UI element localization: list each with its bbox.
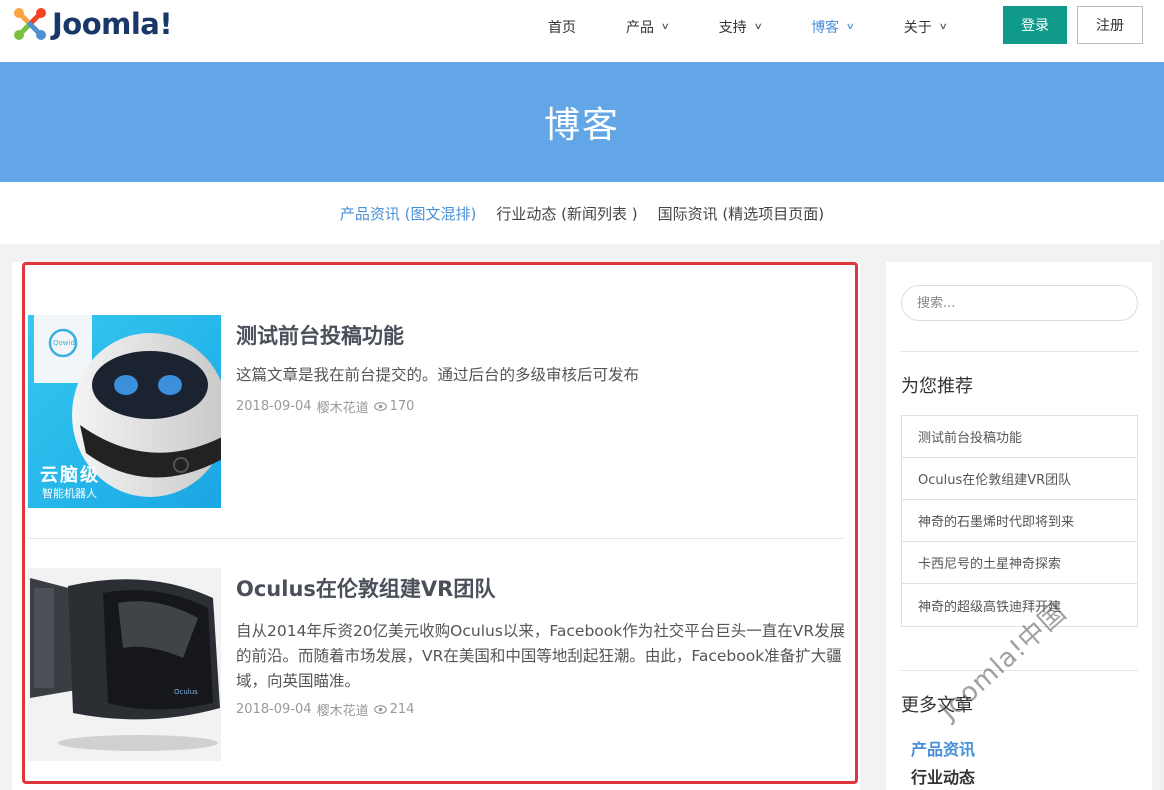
recommend-item[interactable]: Oculus在伦敦组建VR团队 — [902, 458, 1137, 500]
nav-label: 产品 — [626, 20, 654, 36]
page-title: 博客 — [543, 105, 620, 146]
thumb-brand: Oculus — [174, 688, 198, 696]
thumb-subcaption: 智能机器人 — [42, 487, 97, 500]
nav-label: 首页 — [548, 20, 576, 36]
nav-label: 关于 — [903, 20, 932, 36]
article-views: 170 — [389, 399, 415, 414]
subnav-item-international-news[interactable]: 国际资讯 (精选项目页面) — [658, 203, 824, 224]
article-date: 2018-09-04 — [236, 399, 312, 414]
article-intro: 自从2014年斥资20亿美元收购Oculus以来，Facebook作为社交平台巨… — [236, 622, 846, 690]
recommend-list: 测试前台投稿功能 Oculus在伦敦组建VR团队 神奇的石墨烯时代即将到来 卡西… — [901, 415, 1138, 627]
chevron-down-icon: ∨ — [753, 22, 763, 32]
nav-item-blog[interactable]: 博客 ∨ — [811, 17, 856, 37]
recommend-heading: 为您推荐 — [901, 376, 973, 397]
nav-item-support[interactable]: 支持 ∨ — [718, 17, 763, 37]
subnav-item-product-news[interactable]: 产品资讯 (图文混排) — [340, 203, 476, 224]
category-subnav: 产品资讯 (图文混排) 行业动态 (新闻列表 ) 国际资讯 (精选项目页面) — [0, 182, 1164, 244]
joomla-logo-icon — [12, 6, 48, 42]
article-meta: 2018-09-04 樱木花道 170 — [236, 397, 419, 416]
article-divider — [28, 538, 844, 539]
category-link-product-news[interactable]: 产品资讯 — [911, 736, 975, 760]
nav-item-products[interactable]: 产品 ∨ — [626, 17, 670, 37]
scrollbar[interactable] — [1160, 240, 1164, 790]
article-meta: 2018-09-04 樱木花道 214 — [236, 700, 419, 719]
page-banner: 博客 — [0, 62, 1164, 182]
article-title[interactable]: 测试前台投稿功能 — [236, 320, 404, 350]
article-intro: 这篇文章是我在前台提交的。通过后台的多级审核后可发布 — [236, 366, 640, 384]
eye-icon — [373, 705, 387, 714]
article-author: 樱木花道 — [316, 401, 369, 416]
nav-label: 支持 — [718, 20, 747, 36]
recommend-item[interactable]: 测试前台投稿功能 — [902, 416, 1137, 458]
subnav-item-industry-news[interactable]: 行业动态 (新闻列表 ) — [496, 203, 637, 224]
eye-icon — [373, 402, 387, 411]
article-item: Oculus Oculus在伦敦组建VR团队 自从2014年斥资20亿美元收购O… — [28, 568, 846, 768]
article-author: 樱木花道 — [316, 704, 369, 719]
article-item: Qowid 云脑级 智能机器人 测试前台投稿功能 这篇文章是我在前台提交的。通过… — [28, 315, 844, 515]
more-articles-heading: 更多文章 — [901, 695, 973, 716]
recommend-item[interactable]: 神奇的超级高铁迪拜开建 — [902, 584, 1137, 626]
nav-label: 博客 — [811, 20, 840, 36]
chevron-down-icon: ∨ — [938, 22, 948, 32]
top-header: Joomla! 首页 产品 ∨ 支持 ∨ 博客 ∨ 关于 ∨ 登录 注册 — [0, 0, 1164, 62]
nav-item-about[interactable]: 关于 ∨ — [903, 17, 948, 37]
logo-text: Joomla! — [52, 7, 173, 41]
sidebar-divider — [901, 670, 1138, 671]
site-logo[interactable]: Joomla! — [12, 6, 173, 42]
article-views: 214 — [389, 702, 415, 717]
sidebar-divider — [901, 351, 1138, 352]
chevron-down-icon: ∨ — [845, 22, 856, 32]
nav-item-home[interactable]: 首页 — [548, 17, 576, 37]
sidebar: 为您推荐 测试前台投稿功能 Oculus在伦敦组建VR团队 神奇的石墨烯时代即将… — [886, 262, 1152, 790]
category-link-industry-news[interactable]: 行业动态 — [911, 764, 975, 788]
article-thumbnail[interactable]: Qowid 云脑级 智能机器人 — [28, 315, 221, 508]
article-date: 2018-09-04 — [236, 702, 312, 717]
recommend-item[interactable]: 神奇的石墨烯时代即将到来 — [902, 500, 1137, 542]
login-button[interactable]: 登录 — [1003, 6, 1067, 44]
main-nav: 首页 产品 ∨ 支持 ∨ 博客 ∨ 关于 ∨ — [530, 0, 948, 54]
chevron-down-icon: ∨ — [660, 22, 670, 32]
search-input[interactable] — [901, 285, 1138, 321]
thumb-caption: 云脑级 — [40, 465, 100, 486]
thumb-brand: Qowid — [53, 339, 75, 347]
article-title[interactable]: Oculus在伦敦组建VR团队 — [236, 573, 495, 603]
recommend-item[interactable]: 卡西尼号的土星神奇探索 — [902, 542, 1137, 584]
article-thumbnail[interactable]: Oculus — [28, 568, 221, 761]
register-button[interactable]: 注册 — [1077, 6, 1143, 44]
